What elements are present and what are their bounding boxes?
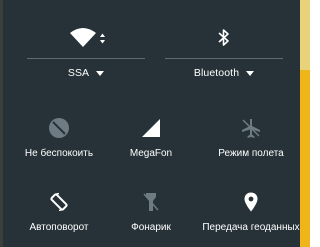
bluetooth-icon[interactable] bbox=[165, 26, 283, 50]
airplane-label: Режим полета bbox=[218, 148, 284, 159]
do-not-disturb-icon[interactable] bbox=[9, 117, 109, 139]
panel-left-edge bbox=[0, 0, 3, 247]
bluetooth-divider bbox=[165, 58, 283, 59]
background-wallpaper-edge-light bbox=[300, 0, 310, 70]
wifi-icon[interactable] bbox=[27, 26, 145, 50]
location-icon[interactable] bbox=[201, 191, 301, 213]
wifi-divider bbox=[27, 58, 145, 59]
wifi-network-dropdown[interactable]: SSA bbox=[27, 67, 145, 79]
dnd-tile[interactable]: Не беспокоить bbox=[9, 117, 109, 173]
bluetooth-tile[interactable]: Bluetooth bbox=[165, 20, 283, 96]
cell-signal-icon[interactable] bbox=[101, 117, 201, 139]
location-label: Передача геоданных bbox=[202, 222, 300, 233]
auto-rotate-tile[interactable]: Автоповорот bbox=[9, 191, 109, 247]
cellular-tile[interactable]: MegaFon bbox=[101, 117, 201, 173]
bluetooth-label: Bluetooth bbox=[193, 67, 240, 79]
quick-settings-panel: SSA Bluetooth Не беспокоить MegaFon Режи… bbox=[0, 0, 300, 247]
wifi-network-label: SSA bbox=[67, 67, 90, 79]
wifi-tile[interactable]: SSA bbox=[27, 20, 145, 96]
flashlight-tile[interactable]: Фонарик bbox=[101, 191, 201, 247]
flashlight-icon[interactable] bbox=[101, 191, 201, 213]
auto-rotate-icon[interactable] bbox=[9, 191, 109, 213]
bluetooth-dropdown[interactable]: Bluetooth bbox=[165, 67, 283, 79]
airplane-icon[interactable] bbox=[201, 117, 301, 139]
chevron-down-icon bbox=[246, 70, 255, 76]
airplane-tile[interactable]: Режим полета bbox=[201, 117, 301, 173]
chevron-down-icon bbox=[96, 70, 105, 76]
location-tile[interactable]: Передача геоданных bbox=[201, 191, 301, 247]
